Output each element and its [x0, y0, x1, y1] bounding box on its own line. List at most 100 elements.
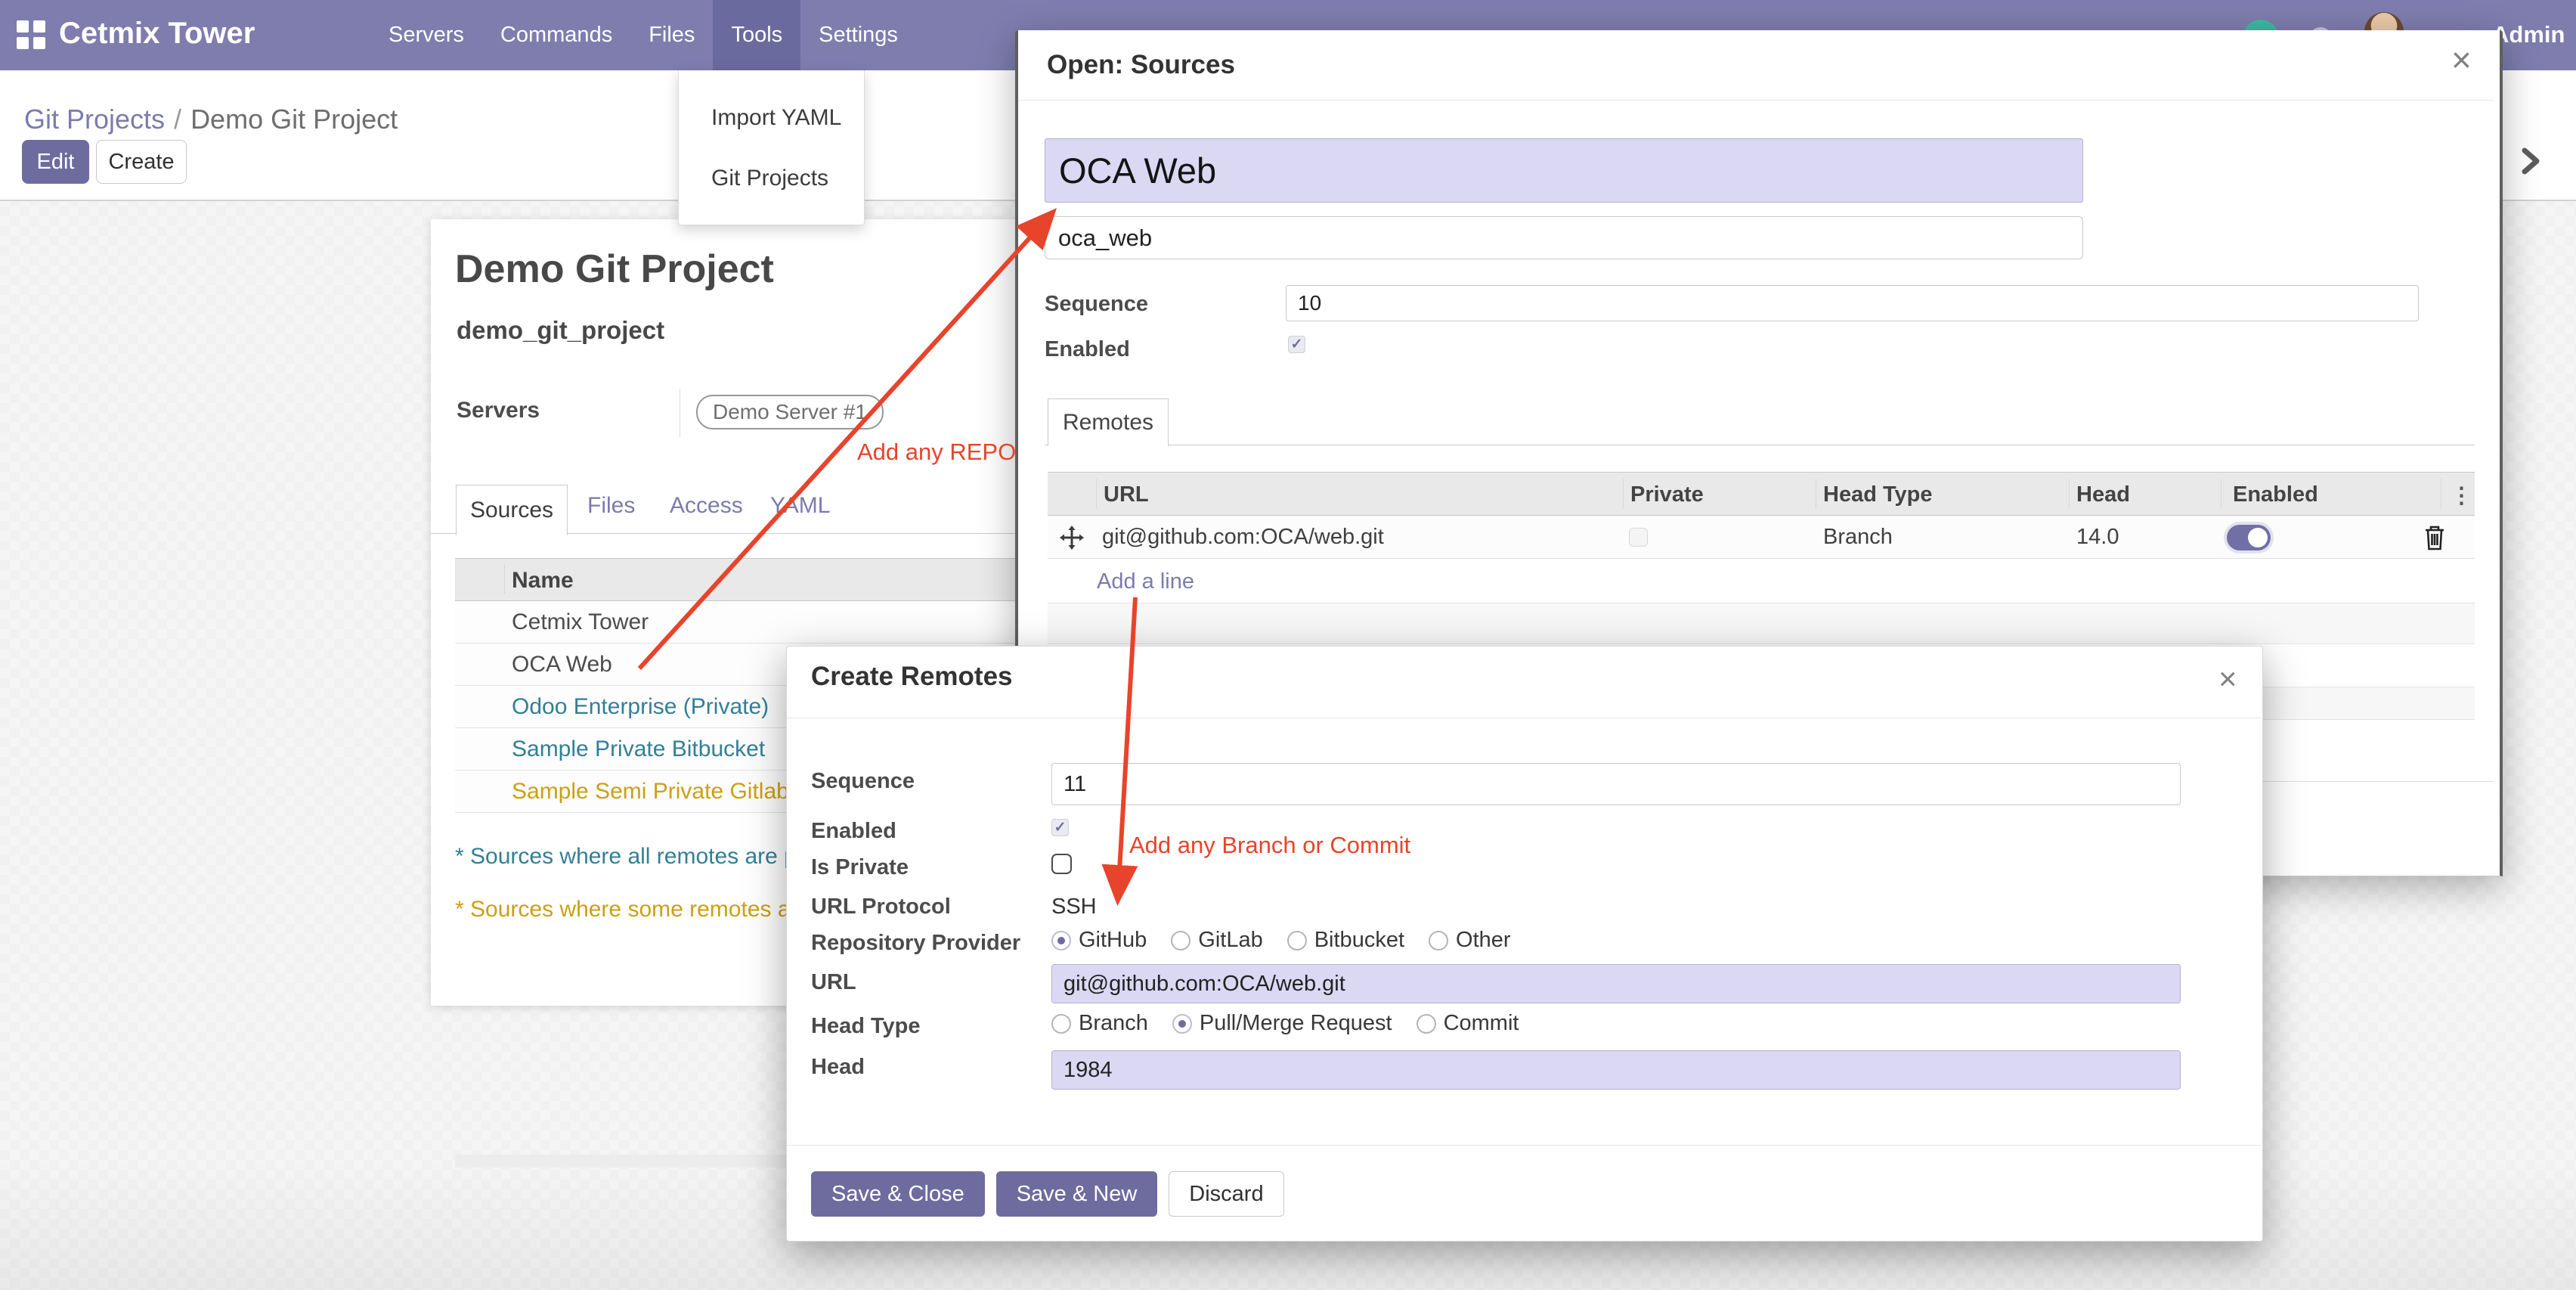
modal-footer-divider	[787, 1145, 2261, 1146]
url-label: URL	[811, 970, 856, 995]
create-button[interactable]: Create	[96, 140, 187, 184]
url-column-header[interactable]: URL	[1104, 482, 1149, 507]
radio-icon	[1416, 1014, 1436, 1034]
head-input[interactable]: 1984	[1051, 1050, 2181, 1090]
source-row-label: Cetmix Tower	[512, 609, 649, 635]
source-row-label: OCA Web	[512, 652, 612, 678]
repository-provider-label: Repository Provider	[811, 931, 1020, 956]
tools-dropdown-menu: Import YAML Git Projects	[678, 70, 865, 225]
edit-button[interactable]: Edit	[22, 140, 89, 184]
enabled-checkbox[interactable]: ✓	[1288, 336, 1305, 353]
name-column-header[interactable]: Name	[512, 568, 574, 594]
tab-yaml[interactable]: YAML	[770, 493, 830, 519]
kebab-menu-icon[interactable]: ⋮	[2451, 482, 2472, 509]
radio-other[interactable]: Other	[1429, 928, 1511, 953]
apps-grid-icon[interactable]	[17, 20, 45, 49]
sequence-input[interactable]: 10	[1286, 285, 2419, 321]
head-label: Head	[811, 1055, 865, 1080]
remote-head-type-cell[interactable]: Branch	[1823, 516, 1893, 559]
empty-list-row	[1048, 603, 2475, 644]
menu-item-servers[interactable]: Servers	[370, 0, 482, 70]
delete-row-icon[interactable]	[2422, 516, 2448, 559]
radio-label: Bitbucket	[1314, 928, 1404, 953]
enabled-toggle[interactable]	[2227, 525, 2271, 550]
user-name[interactable]: Admin	[2492, 21, 2565, 48]
server-tag[interactable]: Demo Server #1	[696, 395, 884, 429]
save-and-close-button[interactable]: Save & Close	[811, 1171, 985, 1217]
radio-github[interactable]: GitHub	[1051, 928, 1147, 953]
close-icon[interactable]: ×	[2451, 42, 2472, 77]
private-checkbox[interactable]	[1629, 528, 1648, 547]
apps-grid-square	[17, 20, 29, 33]
breadcrumb-current: Demo Git Project	[190, 104, 398, 135]
tab-remotes[interactable]: Remotes	[1048, 398, 1169, 446]
project-code: demo_git_project	[457, 316, 664, 345]
radio-bitbucket[interactable]: Bitbucket	[1287, 928, 1404, 953]
menu-item-import-yaml[interactable]: Import YAML	[711, 105, 841, 131]
discard-button[interactable]: Discard	[1169, 1171, 1283, 1217]
save-and-new-button[interactable]: Save & New	[996, 1171, 1158, 1217]
menu-item-git-projects[interactable]: Git Projects	[711, 166, 828, 191]
radio-pull-merge-request[interactable]: Pull/Merge Request	[1172, 1011, 1392, 1036]
column-divider	[1623, 479, 1624, 509]
radio-branch[interactable]: Branch	[1051, 1011, 1148, 1036]
remote-row[interactable]: git@github.com:OCA/web.git Branch 14.0	[1048, 516, 2475, 559]
menu-item-files[interactable]: Files	[630, 0, 713, 70]
close-icon[interactable]: ×	[2218, 663, 2237, 695]
url-input[interactable]: git@github.com:OCA/web.git	[1051, 964, 2181, 1003]
drag-handle-icon[interactable]	[1058, 516, 1085, 559]
tab-files[interactable]: Files	[587, 493, 635, 519]
radio-label: Branch	[1079, 1011, 1148, 1036]
repository-provider-radios: GitHub GitLab Bitbucket Other	[1051, 928, 1511, 953]
app-brand[interactable]: Cetmix Tower	[59, 17, 255, 51]
create-remotes-modal: Create Remotes × Sequence 11 Enabled ✓ I…	[786, 646, 2263, 1242]
legend-note-semi-private: * Sources where some remotes are	[455, 897, 810, 923]
menu-item-commands[interactable]: Commands	[482, 0, 630, 70]
radio-label: GitHub	[1079, 928, 1147, 953]
breadcrumb-parent-link[interactable]: Git Projects	[24, 104, 165, 135]
tab-access[interactable]: Access	[670, 493, 743, 519]
head-column-header[interactable]: Head	[2076, 482, 2130, 507]
column-divider	[504, 565, 505, 594]
radio-label: Pull/Merge Request	[1200, 1011, 1392, 1036]
enabled-column-header[interactable]: Enabled	[2233, 482, 2318, 507]
sequence-label: Sequence	[811, 769, 915, 794]
annotation-text-repo: Add any REPO	[857, 439, 1016, 466]
modal-header-divider	[1018, 100, 2494, 101]
apps-grid-square	[33, 37, 45, 49]
source-name-input[interactable]: OCA Web	[1045, 138, 2083, 203]
source-code-input[interactable]: oca_web	[1045, 216, 2083, 259]
legend-note-private: * Sources where all remotes are pri	[455, 844, 810, 870]
source-row[interactable]: Cetmix Tower	[455, 601, 1015, 643]
radio-commit[interactable]: Commit	[1416, 1011, 1519, 1036]
menu-item-tools[interactable]: Tools	[713, 0, 800, 70]
sequence-label: Sequence	[1045, 292, 1148, 317]
annotation-text-branch: Add any Branch or Commit	[1129, 832, 1410, 859]
radio-gitlab[interactable]: GitLab	[1171, 928, 1262, 953]
radio-icon	[1051, 1014, 1071, 1034]
radio-label: Commit	[1444, 1011, 1519, 1036]
radio-label: GitLab	[1198, 928, 1262, 953]
remote-url-cell[interactable]: git@github.com:OCA/web.git	[1102, 516, 1384, 559]
head-type-column-header[interactable]: Head Type	[1823, 482, 1933, 507]
head-type-radios: Branch Pull/Merge Request Commit	[1051, 1011, 1519, 1036]
tab-sources[interactable]: Sources	[456, 485, 568, 535]
modal-footer-buttons: Save & Close Save & New Discard	[811, 1171, 1284, 1217]
column-divider	[2069, 479, 2070, 509]
remote-head-cell[interactable]: 14.0	[2076, 516, 2119, 559]
add-a-line-link[interactable]: Add a line	[1097, 569, 1194, 594]
apps-grid-square	[17, 37, 29, 49]
pager-next-icon[interactable]	[2514, 144, 2547, 178]
private-column-header[interactable]: Private	[1630, 482, 1704, 507]
source-row-label: Sample Semi Private Gitlab	[512, 779, 789, 805]
main-menu: Servers Commands Files Tools Settings	[370, 0, 916, 70]
menu-item-settings[interactable]: Settings	[800, 0, 916, 70]
radio-icon	[1287, 931, 1307, 950]
head-type-label: Head Type	[811, 1014, 921, 1039]
is-private-checkbox[interactable]	[1051, 854, 1072, 874]
url-protocol-label: URL Protocol	[811, 895, 951, 919]
enabled-checkbox[interactable]: ✓	[1051, 819, 1069, 836]
source-row-label: Sample Private Bitbucket	[512, 736, 765, 762]
sequence-input[interactable]: 11	[1051, 763, 2181, 805]
servers-field-label: Servers	[457, 398, 540, 423]
